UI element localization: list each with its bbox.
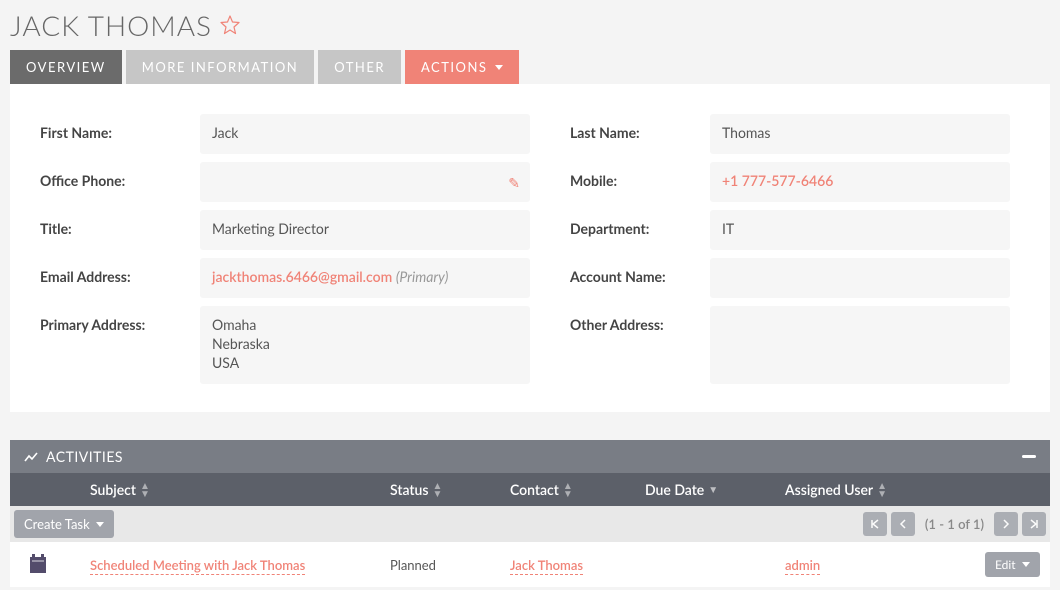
row-assigned-user-link[interactable]: admin: [785, 557, 820, 575]
email-value[interactable]: jackthomas.6466@gmail.com (Primary): [200, 258, 530, 298]
first-name-label: First Name:: [40, 114, 200, 141]
tab-actions[interactable]: ACTIONS: [405, 50, 519, 84]
page-indicator: (1 - 1 of 1): [919, 516, 990, 532]
activities-icon: [24, 450, 38, 464]
caret-down-icon: [96, 522, 104, 527]
last-name-value[interactable]: Thomas: [710, 114, 1010, 154]
col-assigned-user[interactable]: Assigned User ▲▼: [785, 481, 985, 498]
row-status: Planned: [390, 557, 510, 573]
sort-icon: ▲▼: [877, 482, 887, 498]
account-value[interactable]: [710, 258, 1010, 298]
email-primary-tag: (Primary): [396, 268, 449, 285]
other-address-label: Other Address:: [570, 306, 710, 333]
create-task-button[interactable]: Create Task: [14, 510, 114, 538]
sort-icon: ▲▼: [563, 482, 573, 498]
calendar-icon: [30, 557, 46, 573]
pagination: (1 - 1 of 1): [863, 512, 1046, 536]
page-prev-button[interactable]: [891, 512, 915, 536]
addr-country: USA: [212, 354, 518, 373]
sort-down-icon: ▼: [708, 484, 718, 496]
page-title: JACK THOMAS: [0, 0, 1060, 46]
first-name-value[interactable]: Jack: [200, 114, 530, 154]
mobile-label: Mobile:: [570, 162, 710, 189]
fields-grid: First Name: Jack Last Name: Thomas Offic…: [40, 114, 1020, 384]
tab-overview[interactable]: OVERVIEW: [10, 50, 122, 84]
office-phone-value[interactable]: ✎: [200, 162, 530, 202]
department-value[interactable]: IT: [710, 210, 1010, 250]
caret-down-icon: [1022, 562, 1030, 567]
col-due-date[interactable]: Due Date ▼: [645, 481, 785, 498]
activities-columns: Subject ▲▼ Status ▲▼ Contact ▲▼ Due Date…: [10, 473, 1050, 506]
page-title-text: JACK THOMAS: [10, 8, 212, 42]
title-value[interactable]: Marketing Director: [200, 210, 530, 250]
star-icon[interactable]: [218, 13, 242, 37]
collapse-icon[interactable]: [1022, 455, 1036, 458]
title-label: Title:: [40, 210, 200, 237]
tab-bar: OVERVIEW MORE INFORMATION OTHER ACTIONS: [0, 46, 1060, 84]
row-subject-link[interactable]: Scheduled Meeting with Jack Thomas: [90, 557, 305, 575]
page-last-button[interactable]: [1022, 512, 1046, 536]
account-label: Account Name:: [570, 258, 710, 285]
caret-down-icon: [495, 65, 503, 70]
mobile-value[interactable]: +1 777-577-6466: [710, 162, 1010, 202]
col-status[interactable]: Status ▲▼: [390, 481, 510, 498]
row-contact-link[interactable]: Jack Thomas: [510, 557, 583, 575]
primary-address-label: Primary Address:: [40, 306, 200, 333]
last-name-label: Last Name:: [570, 114, 710, 141]
overview-panel: First Name: Jack Last Name: Thomas Offic…: [10, 84, 1050, 412]
addr-state: Nebraska: [212, 335, 518, 354]
tab-other[interactable]: OTHER: [318, 50, 401, 84]
page-first-button[interactable]: [863, 512, 887, 536]
activities-header[interactable]: ACTIVITIES: [10, 440, 1050, 473]
sort-icon: ▲▼: [432, 482, 442, 498]
primary-address-value[interactable]: Omaha Nebraska USA: [200, 306, 530, 384]
pencil-icon[interactable]: ✎: [508, 174, 520, 192]
table-row: Scheduled Meeting with Jack Thomas Plann…: [10, 542, 1050, 587]
email-link[interactable]: jackthomas.6466@gmail.com: [212, 268, 392, 285]
sort-icon: ▲▼: [140, 482, 150, 498]
other-address-value[interactable]: [710, 306, 1010, 384]
activities-title: ACTIVITIES: [46, 448, 123, 465]
tab-actions-label: ACTIONS: [421, 59, 487, 75]
office-phone-label: Office Phone:: [40, 162, 200, 189]
department-label: Department:: [570, 210, 710, 237]
page-next-button[interactable]: [994, 512, 1018, 536]
activities-toolbar: Create Task (1 - 1 of 1): [10, 506, 1050, 542]
activities-section: ACTIVITIES Subject ▲▼ Status ▲▼ Contact …: [10, 440, 1050, 587]
addr-city: Omaha: [212, 316, 518, 335]
col-contact[interactable]: Contact ▲▼: [510, 481, 645, 498]
edit-button[interactable]: Edit: [985, 552, 1040, 577]
tab-more-information[interactable]: MORE INFORMATION: [126, 50, 314, 84]
col-subject[interactable]: Subject ▲▼: [90, 481, 390, 498]
email-label: Email Address:: [40, 258, 200, 285]
